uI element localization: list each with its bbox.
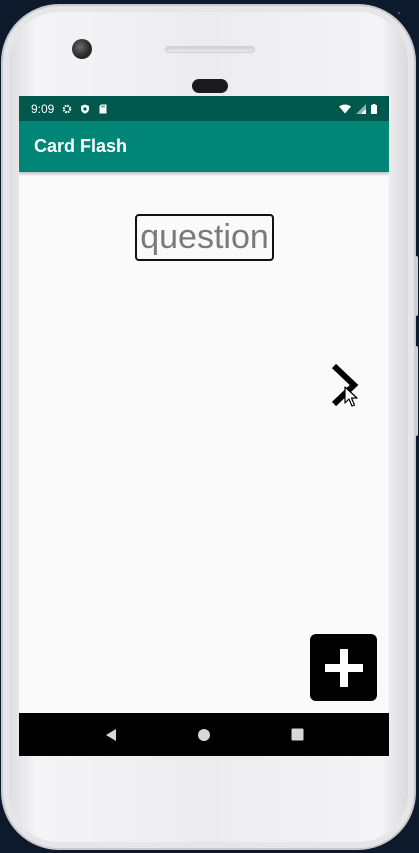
front-camera — [72, 39, 92, 59]
back-icon — [105, 728, 116, 741]
plus-icon — [324, 648, 363, 687]
home-icon — [197, 728, 210, 741]
nav-recents-button[interactable] — [289, 727, 305, 743]
signal-icon — [356, 103, 366, 114]
sd-card-icon — [99, 104, 107, 113]
question-card[interactable]: question — [135, 214, 274, 261]
status-time: 9:09 — [31, 101, 55, 116]
wifi-icon — [339, 104, 351, 113]
nav-back-button[interactable] — [103, 727, 119, 743]
device-screen: 9:09 Card Flash question — [19, 96, 389, 756]
volume-button — [414, 346, 418, 436]
gear-icon — [63, 104, 72, 113]
app-bar: Card Flash — [19, 121, 389, 172]
question-text: question — [140, 218, 269, 256]
recents-icon — [291, 728, 304, 741]
shield-icon — [81, 104, 90, 114]
nav-home-button[interactable] — [196, 727, 212, 743]
background-star — [398, 12, 400, 14]
main-content: question — [19, 172, 389, 712]
status-bar: 9:09 — [19, 96, 389, 121]
power-button — [414, 256, 418, 316]
earpiece — [192, 79, 228, 93]
app-title: Card Flash — [34, 136, 128, 156]
battery-icon — [371, 103, 377, 114]
navigation-bar — [19, 713, 389, 756]
speaker-grill — [165, 46, 255, 53]
add-card-button[interactable] — [310, 634, 377, 701]
mouse-cursor-icon — [344, 386, 358, 407]
